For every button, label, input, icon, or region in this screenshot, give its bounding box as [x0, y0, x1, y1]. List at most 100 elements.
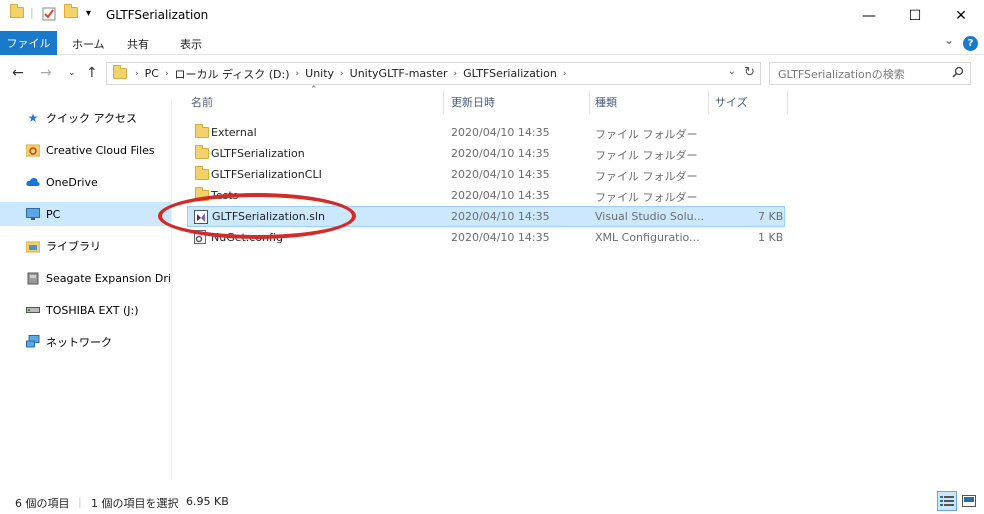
file-name: External — [211, 126, 257, 139]
selection-count: 1 個の項目を選択 — [91, 497, 179, 510]
title-bar: | ▾ GLTFSerialization — ☐ ✕ — [0, 0, 984, 31]
item-count: 6 個の項目 — [15, 497, 70, 510]
drive-icon — [26, 271, 40, 285]
sidebar-item-label: TOSHIBA EXT (J:) — [46, 303, 139, 317]
status-bar: 6 個の項目 | 1 個の項目を選択 6.95 KB — [0, 490, 984, 514]
folder-icon — [195, 124, 209, 138]
sidebar-item-toshiba[interactable]: TOSHIBA EXT (J:) — [0, 298, 171, 322]
list-item[interactable]: GLTFSerializationCLI 2020/04/10 14:35 ファ… — [187, 164, 785, 185]
selection-size: 6.95 KB — [186, 495, 229, 508]
sidebar-item-creative-cloud[interactable]: Creative Cloud Files — [0, 138, 171, 162]
file-type: Visual Studio Solu... — [595, 210, 705, 223]
star-icon: ★ — [27, 111, 39, 125]
up-arrow-icon[interactable]: ↑ — [86, 65, 98, 81]
breadcrumb-unitygltf-master[interactable]: UnityGLTF-master — [350, 67, 448, 80]
column-header-name[interactable]: 名前 — [191, 88, 213, 116]
column-header-date[interactable]: 更新日時 — [451, 88, 495, 116]
tab-file[interactable]: ファイル — [0, 31, 57, 55]
column-divider[interactable] — [787, 90, 788, 114]
expand-ribbon-icon[interactable]: ⌄ — [944, 33, 954, 47]
forward-arrow-icon[interactable]: → — [40, 65, 52, 81]
file-date: 2020/04/10 14:35 — [451, 189, 550, 202]
sidebar-item-pc[interactable]: PC — [0, 202, 171, 226]
pc-icon — [26, 207, 40, 221]
list-item[interactable]: NuGet.config 2020/04/10 14:35 XML Config… — [187, 227, 785, 248]
large-icons-view-button[interactable] — [959, 491, 979, 511]
file-name: GLTFSerialization.sln — [212, 210, 326, 223]
file-type: ファイル フォルダー — [595, 128, 698, 141]
tab-view[interactable]: 表示 — [180, 36, 202, 52]
search-input[interactable]: GLTFSerializationの検索 — [769, 62, 971, 85]
sidebar-item-network[interactable]: ネットワーク — [0, 330, 171, 354]
file-name: GLTFSerialization — [211, 147, 305, 160]
folder-icon — [195, 166, 209, 180]
properties-icon[interactable] — [42, 7, 56, 21]
file-date: 2020/04/10 14:35 — [451, 147, 550, 160]
file-type: ファイル フォルダー — [595, 170, 698, 183]
folder-icon — [10, 4, 24, 18]
address-bar[interactable]: › PC › ローカル ディスク (D:) › Unity › UnityGLT… — [106, 62, 761, 85]
chevron-right-icon[interactable]: › — [340, 69, 344, 79]
file-date: 2020/04/10 14:35 — [451, 231, 550, 244]
sidebar-item-label: PC — [46, 207, 61, 221]
file-list: ⌃ 名前 更新日時 種類 サイズ External 2020/04/10 14:… — [187, 85, 977, 468]
list-item[interactable]: GLTFSerialization 2020/04/10 14:35 ファイル … — [187, 143, 785, 164]
chevron-down-icon[interactable]: ⌄ — [728, 66, 736, 77]
sidebar-item-label: OneDrive — [46, 175, 98, 189]
file-name: Tests — [211, 189, 239, 202]
breadcrumb-unity[interactable]: Unity — [305, 67, 334, 80]
sidebar-item-onedrive[interactable]: OneDrive — [0, 170, 171, 194]
sidebar-item-label: ネットワーク — [46, 336, 112, 349]
details-view-icon — [940, 496, 954, 506]
network-icon — [26, 335, 40, 349]
file-name: NuGet.config — [211, 231, 283, 244]
file-type: ファイル フォルダー — [595, 149, 698, 162]
folder-icon — [195, 187, 209, 201]
help-icon[interactable]: ? — [963, 36, 978, 51]
file-date: 2020/04/10 14:35 — [451, 126, 550, 139]
creative-cloud-icon — [26, 143, 40, 157]
chevron-right-icon[interactable]: › — [165, 69, 169, 79]
sidebar-item-seagate[interactable]: Seagate Expansion Drive — [0, 266, 171, 290]
sidebar-item-libraries[interactable]: ライブラリ — [0, 234, 171, 258]
refresh-icon[interactable]: ↻ — [744, 65, 755, 80]
window-title: GLTFSerialization — [106, 8, 209, 22]
chevron-right-icon[interactable]: › — [563, 69, 567, 79]
sidebar-item-quick-access[interactable]: ★ クイック アクセス — [0, 106, 171, 130]
ribbon-tabs: ファイル ホーム 共有 表示 ⌄ ? — [0, 31, 984, 55]
file-size: 7 KB — [758, 210, 784, 223]
file-date: 2020/04/10 14:35 — [451, 210, 550, 223]
list-item[interactable]: External 2020/04/10 14:35 ファイル フォルダー — [187, 122, 785, 143]
divider: | — [78, 495, 82, 508]
column-header-type[interactable]: 種類 — [595, 88, 617, 116]
large-icons-view-icon — [962, 495, 976, 507]
customize-quick-access-icon[interactable]: ▾ — [86, 8, 91, 19]
breadcrumb-pc[interactable]: PC — [145, 67, 159, 80]
list-item[interactable]: Tests 2020/04/10 14:35 ファイル フォルダー — [187, 185, 785, 206]
tab-share[interactable]: 共有 — [127, 36, 149, 52]
maximize-button[interactable]: ☐ — [892, 0, 938, 31]
minimize-button[interactable]: — — [846, 0, 892, 31]
sort-ascending-icon: ⌃ — [310, 85, 318, 95]
file-type: ファイル フォルダー — [595, 191, 698, 204]
back-arrow-icon[interactable]: ← — [12, 65, 24, 81]
close-button[interactable]: ✕ — [938, 0, 984, 31]
column-divider[interactable] — [443, 90, 444, 114]
new-folder-icon[interactable] — [64, 4, 78, 18]
column-divider[interactable] — [589, 90, 590, 114]
column-header-size[interactable]: サイズ — [715, 88, 748, 116]
file-type: XML Configuratio... — [595, 231, 700, 244]
details-view-button[interactable] — [937, 491, 957, 511]
column-divider[interactable] — [708, 90, 709, 114]
breadcrumb-gltfserialization[interactable]: GLTFSerialization — [463, 67, 557, 80]
library-icon — [26, 239, 40, 253]
chevron-right-icon[interactable]: › — [296, 69, 300, 79]
search-icon[interactable] — [952, 66, 964, 81]
usb-drive-icon — [26, 303, 40, 317]
breadcrumb-local-disk[interactable]: ローカル ディスク (D:) — [175, 66, 290, 82]
tab-home[interactable]: ホーム — [72, 36, 105, 52]
chevron-right-icon[interactable]: › — [454, 69, 458, 79]
recent-locations-icon[interactable]: ⌄ — [68, 68, 76, 78]
chevron-right-icon[interactable]: › — [135, 69, 139, 79]
list-item[interactable]: GLTFSerialization.sln 2020/04/10 14:35 V… — [187, 206, 785, 227]
